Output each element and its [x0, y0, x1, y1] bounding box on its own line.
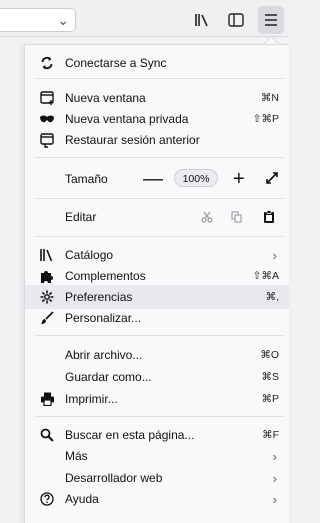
private-mask-icon: [39, 111, 55, 127]
menu-item-label: Guardar como...: [65, 370, 152, 384]
menu-item-label: Complementos: [65, 269, 146, 283]
zoom-out-button[interactable]: —: [143, 169, 163, 189]
zoom-reset-button[interactable]: 100%: [174, 169, 218, 187]
menu-item-customize[interactable]: Personalizar...: [25, 306, 289, 330]
menu-item-open-file[interactable]: Abrir archivo... ⌘O: [25, 343, 289, 367]
paintbrush-icon: [39, 310, 55, 326]
puzzle-piece-icon: [39, 268, 55, 284]
chevron-right-icon: ›: [272, 491, 277, 507]
shortcut-text: ⌘O: [260, 349, 279, 361]
chevron-right-icon: ›: [272, 470, 277, 486]
url-dropdown-icon[interactable]: ⌄: [57, 10, 69, 30]
separator: [35, 416, 283, 417]
shortcut-text: ⇧⌘A: [252, 270, 279, 282]
menu-item-print[interactable]: Imprimir... ⌘P: [25, 387, 289, 411]
url-bar[interactable]: ⌄: [0, 8, 76, 32]
browser-toolbar: ⌄: [0, 0, 288, 37]
menu-item-label: Ayuda: [65, 492, 99, 506]
menu-item-label: Catálogo: [65, 248, 114, 262]
menu-item-label: Desarrollador web: [65, 471, 163, 485]
menu-item-label: Imprimir...: [65, 392, 118, 406]
menu-item-sync[interactable]: Conectarse a Sync: [25, 51, 289, 75]
paste-icon[interactable]: [261, 209, 277, 225]
chevron-right-icon: ›: [272, 247, 277, 263]
sidebar-icon[interactable]: [225, 9, 247, 31]
hamburger-menu-icon[interactable]: [258, 6, 284, 34]
edit-label: Editar: [65, 210, 97, 224]
menu-item-label: Nueva ventana: [65, 91, 146, 105]
gear-icon: [39, 289, 55, 305]
menu-item-label: Personalizar...: [65, 311, 142, 325]
printer-icon: [39, 391, 55, 407]
separator: [35, 78, 283, 79]
zoom-in-button[interactable]: +: [233, 169, 245, 189]
chevron-right-icon: ›: [272, 448, 277, 464]
menu-item-label: Más: [65, 449, 88, 463]
zoom-label: Tamaño: [65, 172, 108, 186]
separator: [35, 198, 283, 199]
menu-item-save-as[interactable]: Guardar como... ⌘S: [25, 365, 289, 389]
menu-item-more[interactable]: Más ›: [25, 444, 289, 468]
separator: [35, 335, 283, 336]
shortcut-text: ⌘P: [261, 393, 279, 405]
shortcut-text: ⌘N: [260, 92, 279, 104]
menu-item-edit: Editar: [25, 205, 289, 229]
shortcut-text: ⌘F: [262, 429, 279, 441]
library-icon: [39, 247, 55, 263]
copy-icon[interactable]: [229, 209, 245, 225]
fullscreen-icon[interactable]: [265, 171, 279, 188]
library-icon[interactable]: [192, 9, 214, 31]
menu-item-label: Restaurar sesión anterior: [65, 133, 200, 147]
menu-item-help[interactable]: Ayuda ›: [25, 487, 289, 511]
app-menu-panel: Conectarse a Sync Nueva ventana ⌘N Nueva…: [24, 44, 289, 523]
separator: [35, 236, 283, 237]
shortcut-text: ⌘,: [265, 291, 279, 303]
menu-item-label: Preferencias: [65, 290, 133, 304]
shortcut-text: ⇧⌘P: [252, 113, 279, 125]
menu-item-label: Buscar en esta página...: [65, 428, 195, 442]
cut-icon[interactable]: [199, 209, 215, 225]
sync-icon: [39, 55, 55, 71]
restore-session-icon: [39, 132, 55, 148]
menu-item-label: Conectarse a Sync: [65, 56, 167, 70]
menu-item-restore-session[interactable]: Restaurar sesión anterior: [25, 128, 289, 152]
new-window-icon: [39, 90, 55, 106]
menu-item-label: Nueva ventana privada: [65, 112, 189, 126]
search-icon: [39, 427, 55, 443]
menu-item-label: Abrir archivo...: [65, 348, 143, 362]
shortcut-text: ⌘S: [261, 371, 279, 383]
menu-item-zoom: Tamaño — 100% +: [25, 167, 289, 191]
separator: [35, 157, 283, 158]
help-icon: [39, 491, 55, 507]
